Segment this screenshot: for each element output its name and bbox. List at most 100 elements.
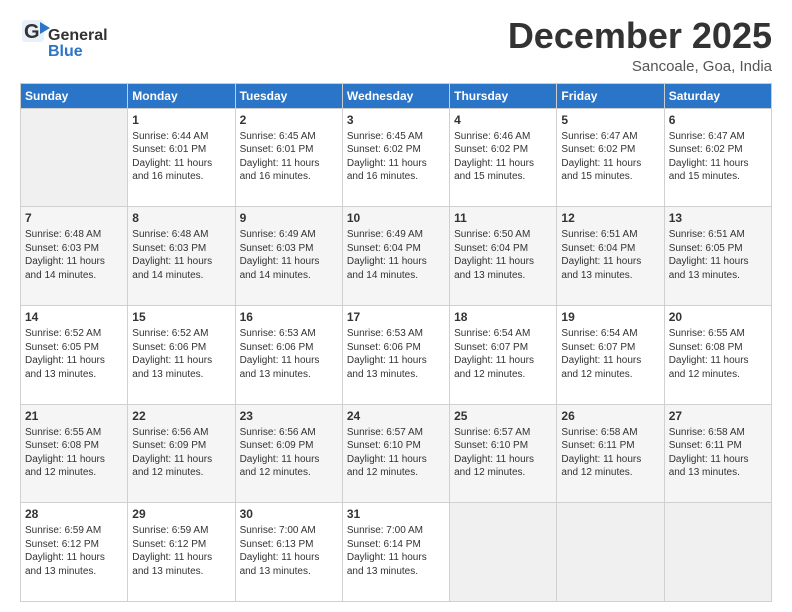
cell-text: and 12 minutes. <box>25 466 123 480</box>
cell-text: Sunrise: 7:00 AM <box>240 524 338 538</box>
cell-text: Sunrise: 6:56 AM <box>132 426 230 440</box>
calendar-cell: 6Sunrise: 6:47 AMSunset: 6:02 PMDaylight… <box>664 108 771 207</box>
cell-text: Sunrise: 6:45 AM <box>240 130 338 144</box>
cell-text: Sunrise: 6:51 AM <box>669 228 767 242</box>
cell-text: and 13 minutes. <box>347 368 445 382</box>
cell-text: Sunrise: 6:47 AM <box>669 130 767 144</box>
cell-text: Sunset: 6:02 PM <box>561 143 659 157</box>
cell-text: Sunrise: 6:57 AM <box>454 426 552 440</box>
day-number: 7 <box>25 210 123 226</box>
cell-text: Daylight: 11 hours <box>347 453 445 467</box>
calendar-cell: 4Sunrise: 6:46 AMSunset: 6:02 PMDaylight… <box>450 108 557 207</box>
day-number: 19 <box>561 309 659 325</box>
calendar-cell: 7Sunrise: 6:48 AMSunset: 6:03 PMDaylight… <box>21 207 128 306</box>
cell-text: Sunrise: 6:53 AM <box>347 327 445 341</box>
day-number: 8 <box>132 210 230 226</box>
cell-text: Sunset: 6:02 PM <box>669 143 767 157</box>
day-number: 12 <box>561 210 659 226</box>
calendar-cell: 29Sunrise: 6:59 AMSunset: 6:12 PMDayligh… <box>128 503 235 602</box>
cell-text: and 16 minutes. <box>240 170 338 184</box>
cell-text: and 13 minutes. <box>25 368 123 382</box>
cell-text: and 12 minutes. <box>347 466 445 480</box>
cell-text: Daylight: 11 hours <box>240 551 338 565</box>
day-number: 10 <box>347 210 445 226</box>
cell-text: Sunrise: 6:59 AM <box>132 524 230 538</box>
cell-text: Sunrise: 6:53 AM <box>240 327 338 341</box>
day-number: 21 <box>25 408 123 424</box>
day-number: 13 <box>669 210 767 226</box>
cell-text: and 13 minutes. <box>669 466 767 480</box>
cell-text: Sunrise: 6:55 AM <box>25 426 123 440</box>
svg-text:G: G <box>24 21 40 43</box>
day-number: 3 <box>347 112 445 128</box>
cell-text: Sunrise: 6:59 AM <box>25 524 123 538</box>
cell-text: and 13 minutes. <box>25 565 123 579</box>
cell-text: Sunset: 6:11 PM <box>561 439 659 453</box>
day-number: 2 <box>240 112 338 128</box>
calendar-cell: 2Sunrise: 6:45 AMSunset: 6:01 PMDaylight… <box>235 108 342 207</box>
day-number: 4 <box>454 112 552 128</box>
day-number: 1 <box>132 112 230 128</box>
cell-text: Daylight: 11 hours <box>25 551 123 565</box>
cell-text: Daylight: 11 hours <box>132 255 230 269</box>
cell-text: Daylight: 11 hours <box>454 354 552 368</box>
cell-text: Sunset: 6:05 PM <box>25 341 123 355</box>
day-number: 20 <box>669 309 767 325</box>
calendar-week-row: 1Sunrise: 6:44 AMSunset: 6:01 PMDaylight… <box>21 108 772 207</box>
cell-text: and 13 minutes. <box>240 368 338 382</box>
cell-text: Sunset: 6:10 PM <box>347 439 445 453</box>
cell-text: Sunset: 6:12 PM <box>25 538 123 552</box>
day-number: 26 <box>561 408 659 424</box>
calendar-cell: 19Sunrise: 6:54 AMSunset: 6:07 PMDayligh… <box>557 305 664 404</box>
cell-text: and 12 minutes. <box>561 368 659 382</box>
calendar-cell: 13Sunrise: 6:51 AMSunset: 6:05 PMDayligh… <box>664 207 771 306</box>
svg-text:Blue: Blue <box>48 43 83 60</box>
cell-text: Sunset: 6:02 PM <box>454 143 552 157</box>
cell-text: Sunrise: 6:54 AM <box>561 327 659 341</box>
cell-text: Sunrise: 6:50 AM <box>454 228 552 242</box>
cell-text: and 13 minutes. <box>669 269 767 283</box>
cell-text: and 13 minutes. <box>454 269 552 283</box>
cell-text: Sunrise: 6:58 AM <box>561 426 659 440</box>
cell-text: Sunrise: 7:00 AM <box>347 524 445 538</box>
cell-text: Sunrise: 6:48 AM <box>132 228 230 242</box>
cell-text: Daylight: 11 hours <box>454 255 552 269</box>
cell-text: Daylight: 11 hours <box>240 354 338 368</box>
cell-text: Sunrise: 6:46 AM <box>454 130 552 144</box>
cell-text: and 15 minutes. <box>561 170 659 184</box>
calendar-week-row: 21Sunrise: 6:55 AMSunset: 6:08 PMDayligh… <box>21 404 772 503</box>
cell-text: and 12 minutes. <box>132 466 230 480</box>
cell-text: Sunrise: 6:55 AM <box>669 327 767 341</box>
calendar-cell: 20Sunrise: 6:55 AMSunset: 6:08 PMDayligh… <box>664 305 771 404</box>
calendar-cell: 10Sunrise: 6:49 AMSunset: 6:04 PMDayligh… <box>342 207 449 306</box>
calendar-header-row: SundayMondayTuesdayWednesdayThursdayFrid… <box>21 83 772 108</box>
cell-text: Sunrise: 6:52 AM <box>25 327 123 341</box>
cell-text: Daylight: 11 hours <box>240 157 338 171</box>
cell-text: and 14 minutes. <box>240 269 338 283</box>
cell-text: Sunset: 6:03 PM <box>25 242 123 256</box>
cell-text: and 14 minutes. <box>25 269 123 283</box>
cell-text: Daylight: 11 hours <box>669 453 767 467</box>
cell-text: Daylight: 11 hours <box>669 255 767 269</box>
calendar-cell: 11Sunrise: 6:50 AMSunset: 6:04 PMDayligh… <box>450 207 557 306</box>
cell-text: Sunrise: 6:44 AM <box>132 130 230 144</box>
header: General G Blue December 2025 Sancoale, G… <box>20 16 772 75</box>
calendar-header-thursday: Thursday <box>450 83 557 108</box>
cell-text: Daylight: 11 hours <box>454 453 552 467</box>
calendar-cell: 31Sunrise: 7:00 AMSunset: 6:14 PMDayligh… <box>342 503 449 602</box>
cell-text: Daylight: 11 hours <box>561 453 659 467</box>
calendar-cell: 25Sunrise: 6:57 AMSunset: 6:10 PMDayligh… <box>450 404 557 503</box>
calendar-cell: 9Sunrise: 6:49 AMSunset: 6:03 PMDaylight… <box>235 207 342 306</box>
cell-text: Sunrise: 6:56 AM <box>240 426 338 440</box>
calendar-cell: 12Sunrise: 6:51 AMSunset: 6:04 PMDayligh… <box>557 207 664 306</box>
calendar-cell: 14Sunrise: 6:52 AMSunset: 6:05 PMDayligh… <box>21 305 128 404</box>
calendar-table: SundayMondayTuesdayWednesdayThursdayFrid… <box>20 83 772 602</box>
cell-text: Sunset: 6:14 PM <box>347 538 445 552</box>
cell-text: Daylight: 11 hours <box>347 157 445 171</box>
cell-text: Sunset: 6:07 PM <box>454 341 552 355</box>
cell-text: and 14 minutes. <box>347 269 445 283</box>
cell-text: and 16 minutes. <box>347 170 445 184</box>
cell-text: Sunset: 6:03 PM <box>240 242 338 256</box>
day-number: 6 <box>669 112 767 128</box>
calendar-header-saturday: Saturday <box>664 83 771 108</box>
